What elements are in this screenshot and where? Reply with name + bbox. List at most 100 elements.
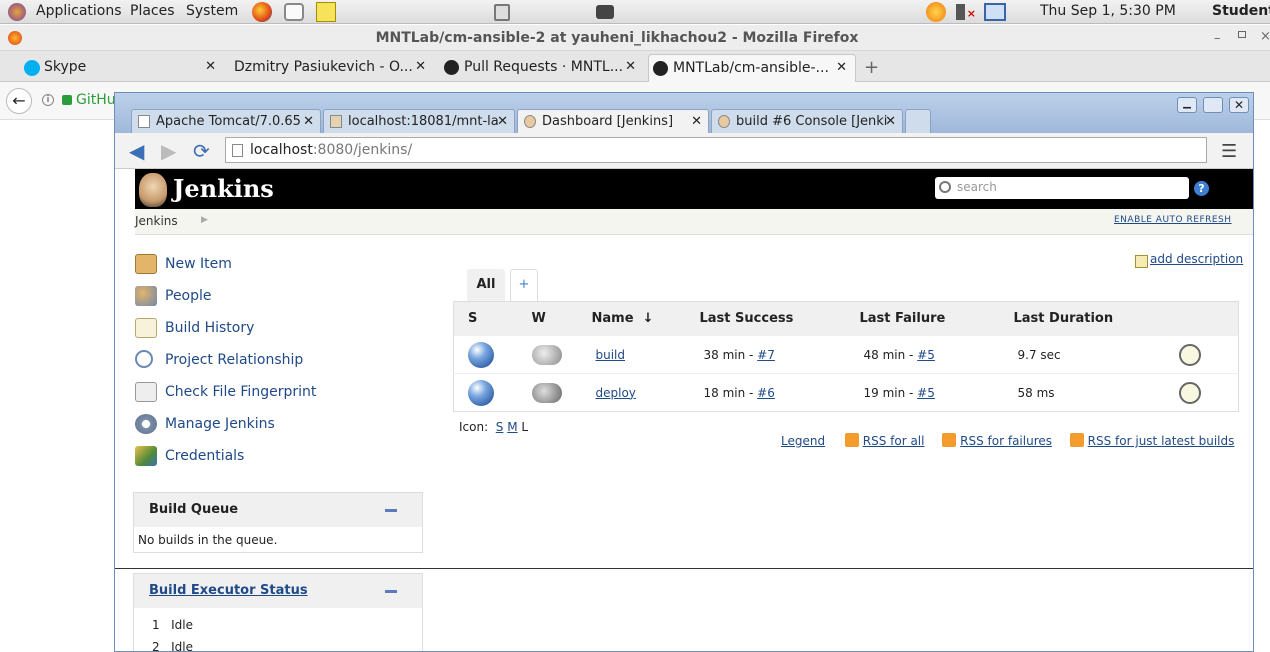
add-description-link[interactable]: add description xyxy=(1150,252,1243,266)
job-link[interactable]: build xyxy=(596,348,626,362)
weather-storm-icon[interactable] xyxy=(531,382,562,403)
sort-arrow-icon: ↓ xyxy=(642,311,654,326)
tab-mntlab[interactable]: MNTLab/cm-ansible-... ✕ xyxy=(648,54,856,82)
rss-all-link[interactable]: RSS for all xyxy=(863,434,925,448)
schedule-build-icon[interactable] xyxy=(1178,381,1201,404)
url-path: :8080/jenkins/ xyxy=(312,142,413,158)
notification-icon[interactable] xyxy=(926,2,946,22)
legend-link[interactable]: Legend xyxy=(781,434,825,448)
build-executor-link[interactable]: Build Executor Status xyxy=(149,583,308,598)
help-icon[interactable]: ? xyxy=(1194,181,1209,196)
volume-muted-icon[interactable]: × xyxy=(956,4,976,20)
tab-pull-requests[interactable]: Pull Requests · MNTL... ✕ xyxy=(440,54,644,82)
sidebar-item-label: Credentials xyxy=(165,448,245,464)
col-status[interactable]: S xyxy=(453,301,518,336)
col-last-failure[interactable]: Last Failure xyxy=(845,301,1000,336)
tab-dzmitry[interactable]: Dzmitry Pasiukevich - O... ✕ xyxy=(210,54,434,82)
weather-cloudy-icon[interactable] xyxy=(531,344,562,365)
build-link[interactable]: #5 xyxy=(917,386,935,400)
table-header-row: S W Name ↓ Last Success Last Failure Las… xyxy=(453,301,1239,336)
col-last-success[interactable]: Last Success xyxy=(685,301,846,336)
url-partial[interactable]: GitHu xyxy=(76,92,116,108)
build-link[interactable]: #7 xyxy=(757,348,775,362)
col-weather[interactable]: W xyxy=(517,301,578,336)
new-item-icon xyxy=(135,254,157,274)
fingerprint-icon xyxy=(135,382,157,402)
status-blue-ball-icon[interactable] xyxy=(468,379,494,406)
back-icon[interactable]: ← xyxy=(6,88,32,114)
tab-label: localhost:18081/mnt-la xyxy=(348,114,499,129)
tab-localhost[interactable]: localhost:18081/mnt-la ✕ xyxy=(323,109,515,133)
tab-all[interactable]: All xyxy=(467,269,505,301)
schedule-build-icon[interactable] xyxy=(1178,343,1201,366)
build-executor-panel: Build Executor Status 1 Idle 2 Idle xyxy=(133,573,423,651)
build-queue-title: Build Queue xyxy=(149,502,239,517)
last-success-cell: 18 min - #6 xyxy=(685,373,846,412)
window-list-icon[interactable] xyxy=(494,4,510,21)
close-tab-icon[interactable]: ✕ xyxy=(303,114,314,129)
minimize-icon[interactable]: ▁ xyxy=(1177,97,1197,113)
tab-dashboard-jenkins[interactable]: Dashboard [Jenkins] ✕ xyxy=(517,109,709,133)
places-menu[interactable]: Places xyxy=(130,3,175,19)
url-bar[interactable]: localhost:8080/jenkins/ xyxy=(225,137,1207,163)
close-tab-icon[interactable]: ✕ xyxy=(415,59,426,74)
build-link[interactable]: #5 xyxy=(917,348,935,362)
icon-size-small[interactable]: S xyxy=(496,420,504,434)
build-link[interactable]: #6 xyxy=(757,386,775,400)
jobs-table: S W Name ↓ Last Success Last Failure Las… xyxy=(453,301,1239,412)
jenkins-logo-text[interactable]: Jenkins xyxy=(173,174,274,203)
build-executor-header: Build Executor Status xyxy=(134,574,422,608)
close-tab-icon[interactable]: ✕ xyxy=(885,114,896,129)
firefox-titlebar: MNTLab/cm-ansible-2 at yauheni_likhachou… xyxy=(0,25,1270,51)
executor-row: 2 Idle xyxy=(134,632,422,651)
menu-icon[interactable]: ☰ xyxy=(1221,141,1237,162)
sidebar-item-label: Build History xyxy=(165,320,255,336)
forward-icon[interactable]: ▶ xyxy=(161,139,176,163)
tab-tomcat[interactable]: Apache Tomcat/7.0.65 ✕ xyxy=(131,109,321,133)
system-menu[interactable]: System xyxy=(186,3,238,19)
rss-latest-link[interactable]: RSS for just latest builds xyxy=(1088,434,1235,448)
back-icon[interactable]: ◀ xyxy=(129,139,144,163)
sidebar-item-label: Project Relationship xyxy=(165,352,304,368)
close-tab-icon[interactable]: ✕ xyxy=(497,114,508,129)
collapse-icon[interactable] xyxy=(385,590,397,593)
mail-launcher-icon[interactable] xyxy=(284,3,304,21)
firefox-launcher-icon[interactable] xyxy=(252,2,272,22)
tab-build-console[interactable]: build #6 Console [Jenki ✕ xyxy=(711,109,903,133)
reload-icon[interactable]: ⟳ xyxy=(193,139,210,163)
job-link[interactable]: deploy xyxy=(596,386,636,400)
status-blue-ball-icon[interactable] xyxy=(468,341,494,368)
screenshot-icon[interactable] xyxy=(596,5,614,19)
new-tab-icon[interactable]: + xyxy=(864,57,879,78)
close-tab-icon[interactable]: ✕ xyxy=(691,114,702,129)
build-queue-empty: No builds in the queue. xyxy=(138,533,278,547)
name-cell: build xyxy=(577,335,686,374)
enable-auto-refresh-link[interactable]: ENABLE AUTO REFRESH xyxy=(1114,215,1232,225)
close-icon[interactable]: ✕ xyxy=(1229,97,1249,113)
rss-failures-link[interactable]: RSS for failures xyxy=(960,434,1052,448)
new-tab-button[interactable] xyxy=(905,109,931,133)
col-name[interactable]: Name ↓ xyxy=(577,301,686,336)
collapse-icon[interactable] xyxy=(385,509,397,512)
close-tab-icon[interactable]: ✕ xyxy=(625,59,636,74)
tab-add-view[interactable]: + xyxy=(510,269,538,301)
user-menu[interactable]: Student xyxy=(1212,3,1270,19)
maximize-icon[interactable] xyxy=(1238,31,1246,38)
duration-cell: 9.7 sec xyxy=(999,335,1165,374)
notes-launcher-icon[interactable] xyxy=(316,2,336,22)
network-icon[interactable] xyxy=(984,3,1006,21)
close-icon[interactable]: × xyxy=(1260,29,1270,44)
jenkins-logo-icon[interactable] xyxy=(139,173,167,207)
clock[interactable]: Thu Sep 1, 5:30 PM xyxy=(1040,3,1176,19)
info-icon[interactable]: i xyxy=(42,94,54,106)
col-last-duration[interactable]: Last Duration xyxy=(999,301,1165,336)
search-input[interactable]: search xyxy=(935,177,1189,199)
breadcrumb-jenkins[interactable]: Jenkins xyxy=(135,214,178,228)
tab-skype[interactable]: Skype ✕ xyxy=(20,54,224,82)
applications-menu[interactable]: Applications xyxy=(36,3,122,19)
breadcrumb-arrow-icon[interactable]: ▶ xyxy=(201,215,208,225)
icon-size-medium[interactable]: M xyxy=(507,420,517,434)
close-tab-icon[interactable]: ✕ xyxy=(836,60,847,75)
maximize-icon[interactable] xyxy=(1203,97,1223,113)
minimize-icon[interactable]: – xyxy=(1214,31,1221,46)
